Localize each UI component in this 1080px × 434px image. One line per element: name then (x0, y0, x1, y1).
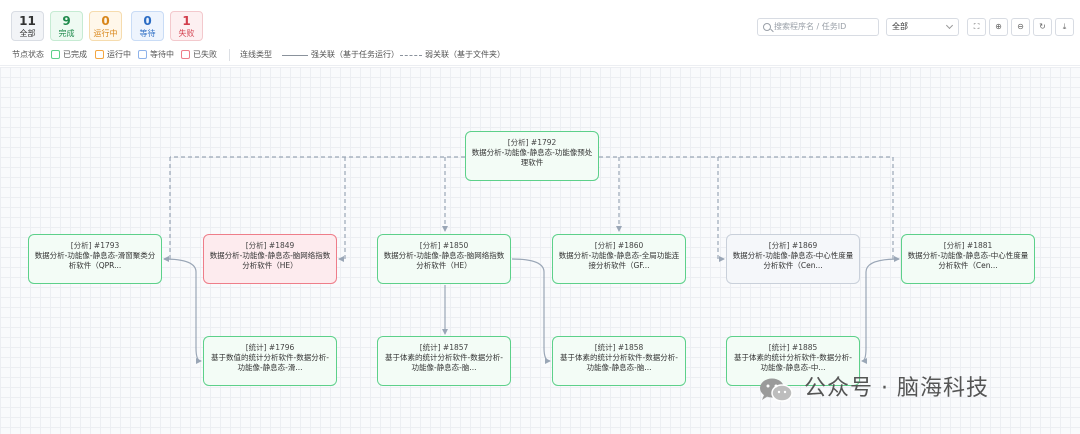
node-header: [分析] #1792 (507, 138, 557, 147)
node-title: 数据分析-功能像-静息态-脑网络指数分析软件（HE） (209, 251, 331, 270)
node-title: 数据分析-功能像-静息态-中心性度量分析软件（Cen... (907, 251, 1029, 270)
node-title: 数据分析-功能像-静息态-全局功能连接分析软件（GF... (558, 251, 680, 270)
node-1858[interactable]: [统计] #1858 基于体素的统计分析软件-数据分析-功能像-静息态-脑... (552, 336, 686, 386)
node-title: 基于体素的统计分析软件-数据分析-功能像-静息态-脑... (560, 353, 678, 372)
edge-1792-1869 (717, 157, 725, 262)
node-1849[interactable]: [分析] #1849 数据分析-功能像-静息态-脑网络指数分析软件（HE） (203, 234, 337, 284)
node-1881[interactable]: [分析] #1881 数据分析-功能像-静息态-中心性度量分析软件（Cen... (901, 234, 1035, 284)
edge-1793-1796 (163, 258, 202, 364)
dag-viewer: 11 全部 9 完成 0 运行中 0 等待 1 失败 搜索程序名 / 任务ID … (0, 0, 1080, 434)
wechat-icon (760, 378, 793, 402)
edge-1792-1881 (892, 157, 900, 262)
watermark: 公众号 · 脑海科技 (758, 374, 1058, 404)
node-header: [分析] #1850 (419, 241, 469, 250)
node-title: 数据分析-功能像-静息态-脑网络指数分析软件（HE） (383, 251, 505, 270)
edge-1792-1793 (163, 157, 171, 262)
node-1857[interactable]: [统计] #1857 基于体素的统计分析软件-数据分析-功能像-静息态-脑... (377, 336, 511, 386)
node-header: [分析] #1881 (943, 241, 993, 250)
edge-1881-1885 (861, 258, 900, 364)
node-header: [分析] #1849 (245, 241, 295, 250)
node-header: [统计] #1857 (419, 343, 469, 352)
node-header: [统计] #1796 (245, 343, 295, 352)
node-header: [分析] #1860 (594, 241, 644, 250)
node-1860[interactable]: [分析] #1860 数据分析-功能像-静息态-全局功能连接分析软件（GF... (552, 234, 686, 284)
node-header: [分析] #1793 (70, 241, 120, 250)
node-1793[interactable]: [分析] #1793 数据分析-功能像-静息态-滑窗聚类分析软件（QPR... (28, 234, 162, 284)
node-1792[interactable]: [分析] #1792 数据分析-功能像-静息态-功能像预处理软件 (465, 131, 599, 181)
node-header: [分析] #1869 (768, 241, 818, 250)
edge-1850-1858 (511, 258, 551, 364)
node-title: 基于体素的统计分析软件-数据分析-功能像-静息态-中... (734, 353, 852, 372)
edge-1792-1849 (338, 157, 346, 262)
graph-edges (163, 156, 900, 364)
node-1796[interactable]: [统计] #1796 基于数值的统计分析软件-数据分析-功能像-静息态-滑... (203, 336, 337, 386)
node-title: 数据分析-功能像-静息态-功能像预处理软件 (471, 148, 593, 167)
node-header: [统计] #1858 (594, 343, 644, 352)
node-title: 基于体素的统计分析软件-数据分析-功能像-静息态-脑... (385, 353, 503, 372)
watermark-text: 公众号 · 脑海科技 (804, 376, 989, 401)
node-title: 数据分析-功能像-静息态-中心性度量分析软件（Cen... (732, 251, 854, 270)
node-1850[interactable]: [分析] #1850 数据分析-功能像-静息态-脑网络指数分析软件（HE） (377, 234, 511, 284)
node-1869[interactable]: [分析] #1869 数据分析-功能像-静息态-中心性度量分析软件（Cen... (726, 234, 860, 284)
node-title: 基于数值的统计分析软件-数据分析-功能像-静息态-滑... (211, 353, 329, 372)
node-title: 数据分析-功能像-静息态-滑窗聚类分析软件（QPR... (34, 251, 156, 270)
node-header: [统计] #1885 (768, 343, 818, 352)
